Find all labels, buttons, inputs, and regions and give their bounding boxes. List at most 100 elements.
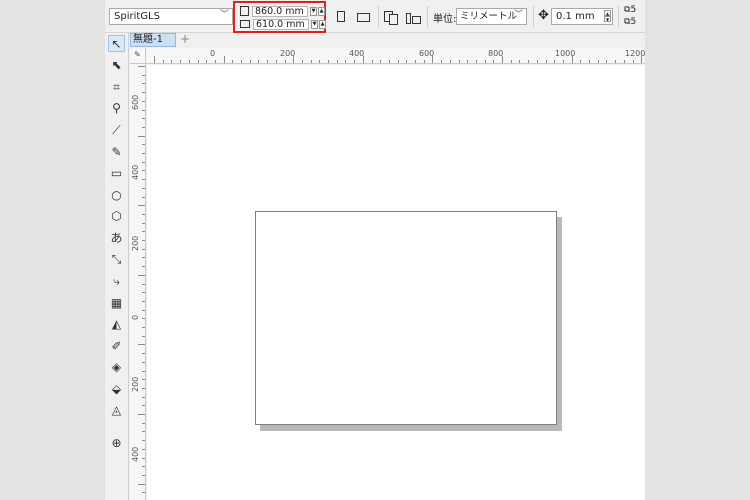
chevron-down-icon: ﹀ <box>513 10 523 20</box>
page-height-input[interactable]: 610.0 mm <box>253 18 309 30</box>
ruler-tick <box>138 344 145 346</box>
spin-up-icon[interactable]: ▲ <box>319 19 326 29</box>
ruler-tick <box>142 387 145 389</box>
ruler-tick <box>415 60 416 63</box>
ruler-tick <box>362 56 364 63</box>
ruler-tick <box>142 370 145 372</box>
polygon-tool-icon[interactable]: ⬡ <box>108 208 125 225</box>
drawing-canvas[interactable] <box>147 65 645 500</box>
app-window: SpiritGLS ﹀ 860.0 mm ▼ ▲ 610.0 mm ▼ ▲ 単位: … <box>105 0 645 500</box>
ruler-tick <box>519 60 521 63</box>
smart-fill-tool-icon[interactable]: ⬙ <box>108 381 125 398</box>
ruler-tick <box>562 60 564 63</box>
page-width-input[interactable]: 860.0 mm <box>252 5 308 17</box>
ruler-tick <box>142 257 145 259</box>
duplicate-y-value: 5 <box>630 17 637 27</box>
chevron-down-icon: ﹀ <box>219 10 229 20</box>
ruler-tick <box>142 309 145 311</box>
ruler-tick <box>319 60 321 63</box>
spin-up-icon[interactable]: ▲ <box>318 6 325 16</box>
spin-down-icon[interactable]: ▼ <box>604 16 611 22</box>
ruler-tick <box>142 353 145 355</box>
landscape-orientation-icon[interactable] <box>357 13 370 22</box>
ruler-tick <box>142 92 145 94</box>
document-page[interactable] <box>255 211 557 425</box>
transparency-tool-icon[interactable]: ◭ <box>108 316 125 333</box>
ruler-tick <box>354 60 356 63</box>
crop-tool-icon[interactable]: ⌗ <box>108 79 125 96</box>
ruler-tick <box>142 126 145 128</box>
ruler-tick <box>606 60 608 63</box>
horizontal-ruler[interactable]: 0 200 400 600 800 1000 1200 <box>146 48 645 64</box>
all-pages-icon[interactable] <box>384 11 398 25</box>
vertical-ruler[interactable]: 600 400 200 0 200 400 <box>130 64 146 500</box>
ruler-tick <box>142 83 145 85</box>
connector-tool-icon[interactable]: ⤷ <box>108 273 125 290</box>
add-tab-icon[interactable]: + <box>178 33 192 46</box>
ruler-tick <box>142 292 145 294</box>
ruler-tick <box>206 60 208 63</box>
current-page-icon[interactable] <box>406 11 421 24</box>
page-width-stepper[interactable]: ▼ ▲ <box>309 6 325 16</box>
units-dropdown[interactable]: ミリメートル ﹀ <box>456 8 527 25</box>
ruler-tick <box>162 60 164 63</box>
ruler-tick <box>571 56 573 63</box>
ruler-tick <box>267 60 269 63</box>
page-height-row: 610.0 mm ▼ ▲ <box>240 18 326 30</box>
units-label: 単位: <box>433 14 457 25</box>
ruler-tick <box>458 60 460 63</box>
preset-label: SpiritGLS <box>114 11 160 22</box>
add-tool-icon[interactable]: ⊕ <box>108 435 125 452</box>
ruler-tick <box>310 60 312 63</box>
shadow-tool-icon[interactable]: ▦ <box>108 295 125 312</box>
ruler-origin-icon[interactable]: ✎ <box>130 48 146 64</box>
spin-down-icon[interactable]: ▼ <box>311 19 318 29</box>
ruler-tick <box>142 440 145 442</box>
toolbar-separator <box>378 6 379 28</box>
text-tool-icon[interactable]: あ <box>108 230 125 247</box>
page-height-stepper[interactable]: ▼ ▲ <box>310 19 326 29</box>
pick-tool-icon[interactable]: ↖ <box>108 35 125 52</box>
ruler-tick <box>258 60 260 63</box>
ruler-tick <box>142 474 145 476</box>
ruler-tick <box>142 100 145 102</box>
shape-tool-icon[interactable]: ⬉ <box>108 57 125 74</box>
nudge-distance-input[interactable]: 0.1 mm ▲ ▼ <box>551 8 613 25</box>
ruler-tick <box>510 60 512 63</box>
ruler-tick <box>142 109 145 111</box>
nudge-stepper[interactable]: ▲ ▼ <box>604 10 611 22</box>
ruler-tick <box>502 56 503 63</box>
ruler-tick <box>380 60 382 63</box>
ruler-tick <box>232 60 234 63</box>
page-height-icon <box>240 20 250 28</box>
rectangle-tool-icon[interactable]: ▭ <box>108 165 125 182</box>
page-size-preset-dropdown[interactable]: SpiritGLS ﹀ <box>109 8 233 25</box>
ruler-tick <box>142 379 145 381</box>
duplicate-distance[interactable]: ⧉ 5 ⧉ 5 <box>624 4 636 28</box>
interactive-fill-tool-icon[interactable]: ◈ <box>108 359 125 376</box>
ruler-tick <box>142 231 145 233</box>
dimension-tool-icon[interactable]: ⤡ <box>108 251 125 268</box>
portrait-orientation-icon[interactable] <box>337 11 345 22</box>
ruler-tick <box>328 60 329 63</box>
ruler-tick <box>138 483 145 485</box>
ellipse-tool-icon[interactable]: ○ <box>108 187 125 204</box>
tab-document[interactable]: 無題-1 <box>130 33 176 47</box>
outline-tool-icon[interactable]: ◬ <box>108 402 125 419</box>
freehand-tool-icon[interactable]: ⟋ <box>108 122 125 139</box>
page-width-row: 860.0 mm ▼ ▲ <box>240 5 325 17</box>
ruler-tick <box>597 60 599 63</box>
ruler-tick <box>142 196 145 198</box>
ruler-tick <box>536 60 538 63</box>
spin-down-icon[interactable]: ▼ <box>310 6 317 16</box>
zoom-tool-icon[interactable]: ⚲ <box>108 100 125 117</box>
ruler-tick <box>142 457 145 459</box>
eyedropper-tool-icon[interactable]: ✐ <box>108 338 125 355</box>
ruler-tick <box>142 161 145 163</box>
ruler-tick <box>336 60 338 63</box>
ruler-tick <box>142 170 145 172</box>
ruler-tick <box>545 60 547 63</box>
artistic-media-tool-icon[interactable]: ✎ <box>108 144 125 161</box>
ruler-tick <box>142 187 145 189</box>
ruler-tick <box>142 422 145 424</box>
